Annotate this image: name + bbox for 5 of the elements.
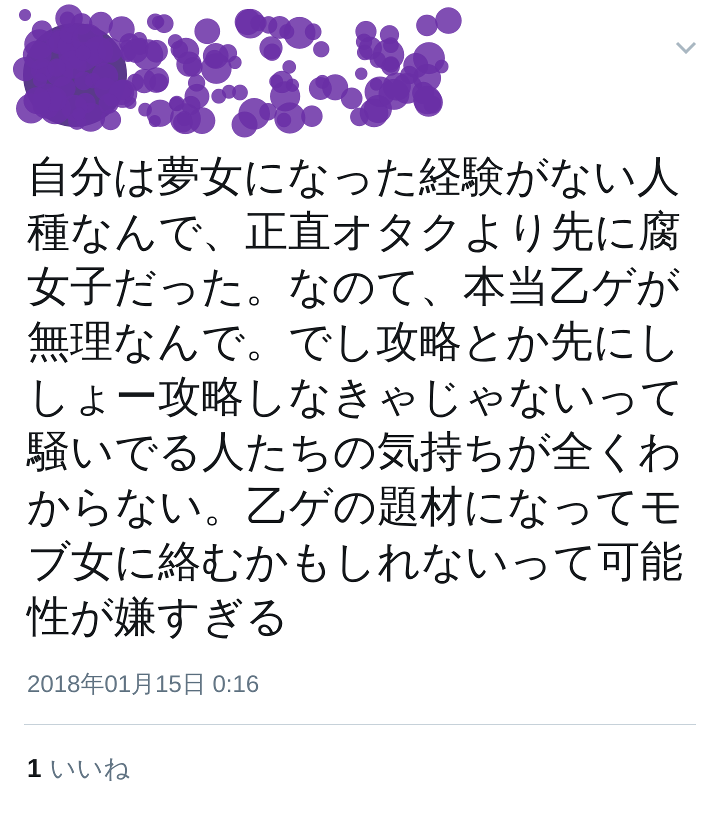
tweet-text: 自分は夢女になった経験がない人種なんで、正直オタクより先に腐女子だった。なのて、本当乙ゲが無理なんで。でし攻略とか先にししょー攻略しなきゃじゃないって騒いでる人たちの気持ちが全くわからない。乙ゲの題材になってモブ女に絡むかもしれないって可能性が嫌すぎる bbox=[27, 152, 685, 643]
likes-label[interactable]: いいね bbox=[49, 751, 130, 786]
like-count: 1 bbox=[27, 753, 42, 784]
timestamp: 2018年01月15日 0:16 bbox=[27, 670, 260, 700]
chevron-down-icon[interactable] bbox=[674, 40, 698, 56]
